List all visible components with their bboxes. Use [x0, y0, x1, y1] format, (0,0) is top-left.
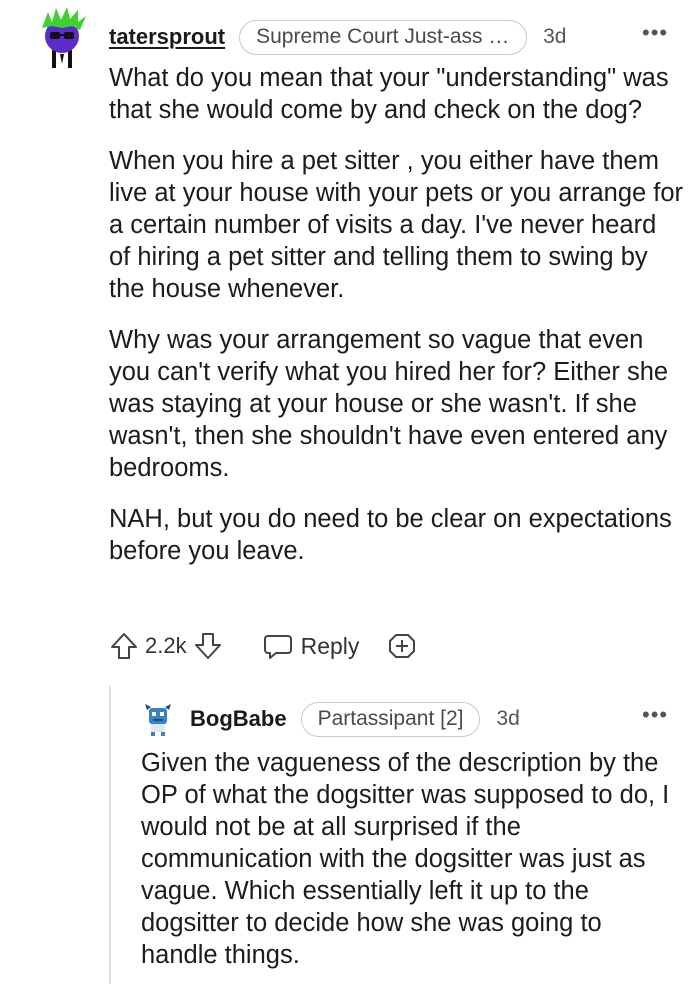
username-link[interactable]: tatersprout — [109, 24, 225, 50]
reply-button[interactable]: Reply — [263, 631, 360, 661]
upvote-arrow-icon[interactable] — [109, 631, 139, 661]
vote-count: 2.2k — [145, 633, 187, 658]
comment-actions: 2.2k Reply — [109, 626, 417, 666]
comment-paragraph: When you hire a pet sitter , you either … — [109, 147, 684, 303]
timestamp[interactable]: 3d — [496, 707, 519, 731]
username-link[interactable]: BogBabe — [190, 706, 287, 732]
comment-paragraph: NAH, but you do need to be clear on expe… — [109, 505, 672, 565]
user-flair: Partassipant [2] — [300, 701, 481, 737]
more-dots-icon[interactable]: ••• — [642, 20, 668, 46]
reply-text: Given the vagueness of the description b… — [141, 749, 670, 969]
reply-label: Reply — [300, 632, 360, 659]
speech-bubble-icon — [263, 635, 292, 659]
comment-paragraph: Why was your arrangement so vague that e… — [109, 326, 669, 482]
user-flair: Supreme Court Just-ass [1... — [239, 19, 528, 55]
timestamp[interactable]: 3d — [543, 25, 566, 49]
reply-header: BogBabe Partassipant [2] 3d — [190, 701, 520, 737]
user-avatar-icon[interactable] — [34, 6, 90, 68]
downvote-arrow-icon[interactable] — [193, 631, 223, 661]
comment-header: tatersprout Supreme Court Just-ass [1...… — [109, 18, 566, 56]
more-dots-icon[interactable]: ••• — [642, 702, 668, 728]
plus-award-icon[interactable] — [387, 631, 417, 661]
thread-line[interactable] — [109, 686, 111, 984]
comment-body: What do you mean that your "understandin… — [109, 62, 684, 586]
comment-paragraph: What do you mean that your "understandin… — [109, 64, 669, 124]
reply-body: Given the vagueness of the description b… — [141, 747, 681, 971]
user-avatar-icon[interactable] — [141, 702, 175, 736]
